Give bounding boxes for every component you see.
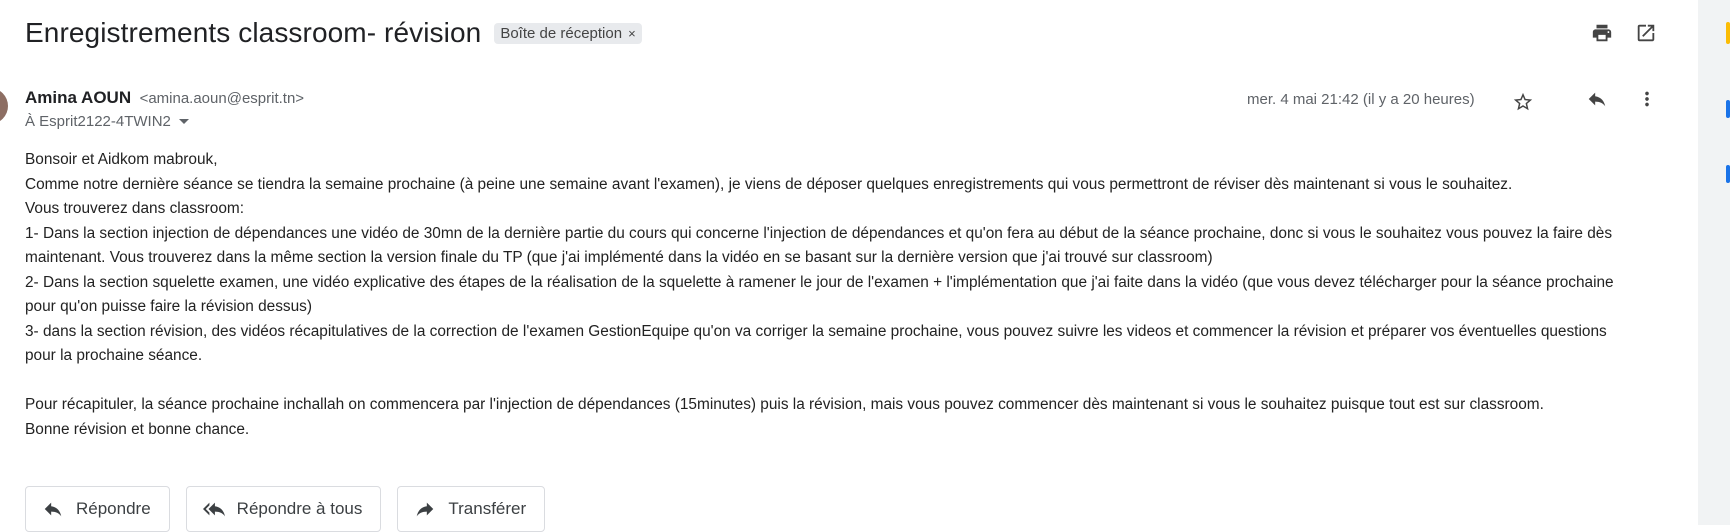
open-in-new-window-icon[interactable] <box>1633 20 1659 46</box>
reply-actions: Répondre Répondre à tous Transférer <box>25 486 546 532</box>
body-line: 2- Dans la section squelette examen, une… <box>25 273 1614 316</box>
sender-email: <amina.aoun@esprit.tn> <box>139 90 305 107</box>
body-line: Bonsoir et Aidkom mabrouk, <box>25 151 218 168</box>
subject-row: Enregistrements classroom- révision Boît… <box>25 14 642 52</box>
reply-all-icon <box>202 502 225 517</box>
inbox-label-text: Boîte de réception <box>500 24 623 42</box>
remove-label-button[interactable]: × <box>628 26 636 41</box>
rail-tasks-marker[interactable] <box>1726 100 1730 118</box>
rail-contacts-marker[interactable] <box>1726 165 1730 183</box>
body-line: Bonne révision et bonne chance. <box>25 420 250 438</box>
forward-button[interactable]: Transférer <box>397 486 546 532</box>
email-body: Bonsoir et Aidkom mabrouk, Comme notre d… <box>25 148 1640 442</box>
body-line: Comme notre dernière séance se tiendra l… <box>25 175 1513 193</box>
sender-avatar[interactable] <box>0 88 8 124</box>
forward-icon <box>417 502 434 517</box>
forward-label: Transférer <box>448 499 527 518</box>
reply-icon[interactable] <box>1584 86 1610 112</box>
body-line: 3- dans la section révision, des vidéos … <box>25 322 1607 365</box>
more-vert-icon[interactable] <box>1634 86 1660 112</box>
side-panel-rail <box>1698 0 1730 525</box>
reply-label: Répondre <box>76 499 151 518</box>
recipient-line: À Esprit2122-4TWIN2 <box>25 113 189 130</box>
body-line: Pour récapituler, la séance prochaine in… <box>25 396 1544 413</box>
rail-keep-marker[interactable] <box>1726 22 1730 44</box>
email-date: mer. 4 mai 21:42 (il y a 20 heures) <box>1247 91 1475 108</box>
body-line: 1- Dans la section injection de dépendan… <box>25 224 1613 267</box>
recipient-text: À Esprit2122-4TWIN2 <box>25 113 171 130</box>
reply-all-button[interactable]: Répondre à tous <box>185 486 382 532</box>
reply-icon <box>44 502 62 517</box>
body-blank-line <box>25 369 1640 394</box>
reply-button[interactable]: Répondre <box>25 486 170 532</box>
show-details-chevron-down-icon[interactable] <box>178 119 189 124</box>
sender-line: Amina AOUN <amina.aoun@esprit.tn> <box>25 88 304 108</box>
print-icon[interactable] <box>1589 20 1615 46</box>
reply-all-label: Répondre à tous <box>236 499 363 518</box>
body-line: Vous trouverez dans classroom: <box>25 200 244 217</box>
sender-name[interactable]: Amina AOUN <box>25 88 131 107</box>
email-subject: Enregistrements classroom- révision <box>25 17 482 48</box>
inbox-label-chip[interactable]: Boîte de réception × <box>494 22 642 44</box>
star-icon[interactable] <box>1510 89 1536 115</box>
